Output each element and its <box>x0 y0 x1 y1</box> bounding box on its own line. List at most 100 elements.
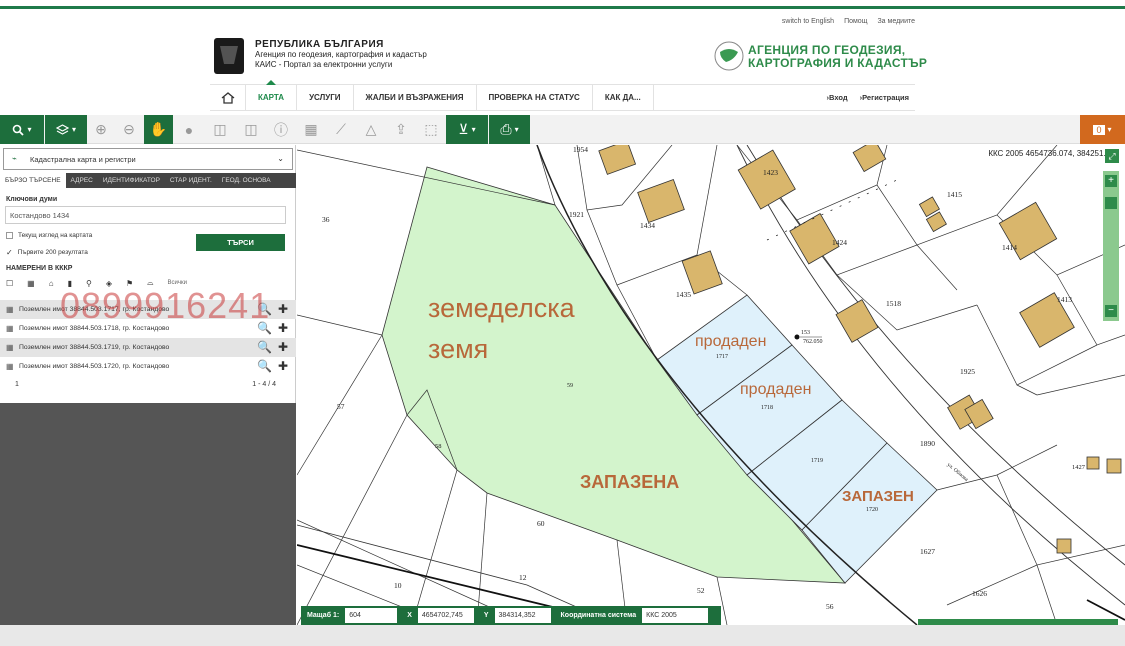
globe-icon: ● <box>184 121 194 138</box>
annotation-sold-1: продаден <box>695 333 767 350</box>
expand-map-button[interactable]: ⤢ <box>1105 149 1119 163</box>
switch-language-link[interactable]: switch to English <box>782 18 834 25</box>
search-button[interactable]: ТЪРСИ <box>196 234 285 251</box>
building <box>835 299 879 343</box>
nav-item-map[interactable]: КАРТА <box>246 80 298 110</box>
parcel-label: 1627 <box>920 547 935 556</box>
tab-quick-search[interactable]: БЪРЗО ТЪРСЕНЕ <box>0 173 66 188</box>
next-extent-button[interactable]: ◫ <box>236 115 266 144</box>
tab-old-identifier[interactable]: СТАР ИДЕНТ. <box>165 173 217 188</box>
crs-select[interactable]: ККС 2005 <box>642 608 709 623</box>
info-tool-button[interactable]: ⓘ <box>267 115 295 144</box>
page-number[interactable]: 1 <box>15 381 19 388</box>
chevron-down-icon: ▾ <box>514 125 519 134</box>
checkbox-first200[interactable]: ✓ Първите 200 резултата <box>6 248 88 257</box>
upload-button[interactable]: ⇪ <box>387 115 415 144</box>
cadastral-map[interactable]: 1954 1921 1423 1415 1434 1424 1414 1435 … <box>297 145 1125 625</box>
measure-distance-button[interactable]: ⟋ <box>327 115 355 144</box>
table-tool-button[interactable]: ▦ <box>297 115 325 144</box>
cart-button[interactable]: 0 ▾ <box>1080 115 1125 144</box>
geodetic-icon: ⊻ <box>458 121 469 137</box>
result-row[interactable]: ▦ Поземлен имот 38844.503.1719, гр. Кост… <box>0 338 296 357</box>
layer-select[interactable]: ⌁ Кадастрална карта и регистри ⌄ <box>3 148 293 170</box>
add-icon[interactable]: ✚ <box>278 302 288 316</box>
chevron-down-icon: ⌄ <box>277 154 284 163</box>
nav-item-complaints[interactable]: ЖАЛБИ И ВЪЗРАЖЕНИЯ <box>354 85 477 110</box>
help-link[interactable]: Помощ <box>844 18 867 25</box>
x-coordinate: 4654702,745 <box>417 608 474 623</box>
point-value: 762.050 <box>803 339 823 345</box>
grid-icon: ▦ <box>6 305 14 314</box>
building <box>1056 538 1072 554</box>
prev-extent-button[interactable]: ◫ <box>205 115 235 144</box>
home-icon[interactable]: ⌂ <box>49 279 54 288</box>
org-left-line3: КАИС - Портал за електронни услуги <box>255 60 393 69</box>
map-line <box>946 564 1038 606</box>
zoom-to-icon[interactable]: 🔍 <box>257 359 272 373</box>
layers-tool-button[interactable]: ▾ <box>45 115 87 144</box>
x-label: X <box>407 612 412 619</box>
geodetic-tool-button[interactable]: ⊻ ▾ <box>446 115 488 144</box>
search-tool-button[interactable]: ▾ <box>0 115 44 144</box>
tab-geodetic-base[interactable]: ГЕОД. ОСНОВА <box>217 173 276 188</box>
nav-item-services[interactable]: УСЛУГИ <box>297 85 354 110</box>
zoom-minus-button[interactable]: − <box>1105 305 1117 317</box>
checkbox-box[interactable] <box>6 232 13 239</box>
parcel-label: 1518 <box>886 299 901 308</box>
map-line <box>411 469 458 625</box>
zoom-to-icon[interactable]: 🔍 <box>257 340 272 354</box>
zoom-slider[interactable]: + − <box>1103 171 1119 321</box>
zoom-slider-knob[interactable] <box>1105 197 1117 209</box>
globe-tool-button[interactable]: ● <box>175 115 203 144</box>
grid-icon: ▦ <box>6 324 14 333</box>
print-tool-button[interactable]: ⎙ ▾ <box>489 115 530 144</box>
zoom-plus-button[interactable]: + <box>1105 175 1117 187</box>
add-icon[interactable]: ✚ <box>278 359 288 373</box>
nav-item-howto[interactable]: КАК ДА... <box>593 85 654 110</box>
parcel-label: 1717 <box>716 354 728 360</box>
select-area-button[interactable]: ⬚ <box>417 115 445 144</box>
parcel-label: 57 <box>337 402 345 411</box>
parcel-label: 52 <box>697 586 705 595</box>
checkbox-map-view[interactable]: Текущ изглед на картата <box>6 232 92 239</box>
add-icon[interactable]: ✚ <box>278 340 288 354</box>
add-icon[interactable]: ✚ <box>278 321 288 335</box>
scale-input[interactable]: 604 <box>345 608 398 623</box>
layer-select-value: Кадастрална карта и регистри <box>30 154 136 164</box>
search-tabs: БЪРЗО ТЪРСЕНЕ АДРЕС ИДЕНТИФИКАТОР СТАР И… <box>0 173 296 188</box>
map-line <box>297 519 508 616</box>
building <box>681 250 723 295</box>
building <box>1086 456 1100 470</box>
home-button[interactable] <box>210 85 246 110</box>
grid-icon[interactable]: ▦ <box>27 279 35 288</box>
result-row[interactable]: ▦ Поземлен имот 38844.503.1720, гр. Кост… <box>0 357 296 376</box>
nav-item-status[interactable]: ПРОВЕРКА НА СТАТУС <box>477 85 593 110</box>
zoom-out-button[interactable]: ⊖ <box>116 115 142 144</box>
register-link[interactable]: › Регистрация <box>854 85 915 110</box>
parcel-label: 1720 <box>866 507 878 513</box>
login-link[interactable]: › Вход <box>821 85 854 110</box>
keyword-input[interactable] <box>5 206 286 224</box>
layers-icon <box>55 123 69 135</box>
extent-next-icon: ◫ <box>244 121 258 137</box>
print-icon: ⎙ <box>500 121 512 137</box>
page-range: 1 - 4 / 4 <box>252 381 276 388</box>
checkbox-all[interactable]: ☐ <box>6 279 13 288</box>
layer-icon: ⌁ <box>12 154 17 163</box>
tab-address[interactable]: АДРЕС <box>66 173 98 188</box>
tab-identifier[interactable]: ИДЕНТИФИКАТОР <box>98 173 165 188</box>
measure-area-button[interactable]: △ <box>357 115 385 144</box>
zoom-out-icon: ⊖ <box>123 121 135 137</box>
parcel-label: 36 <box>322 215 330 224</box>
parcel-label: 1424 <box>832 238 847 247</box>
parcel-label: 12 <box>519 573 527 582</box>
grid-icon: ▦ <box>6 362 14 371</box>
zoom-in-button[interactable]: ⊕ <box>88 115 114 144</box>
register-label: Регистрация <box>862 93 909 102</box>
map-line <box>297 314 383 336</box>
annotation-sold-2: продаден <box>740 381 812 398</box>
media-link[interactable]: За медиите <box>877 18 915 25</box>
pan-tool-button[interactable]: ✋ <box>144 115 173 144</box>
coat-of-arms-logo <box>214 38 244 74</box>
upload-icon: ⇪ <box>395 121 407 137</box>
